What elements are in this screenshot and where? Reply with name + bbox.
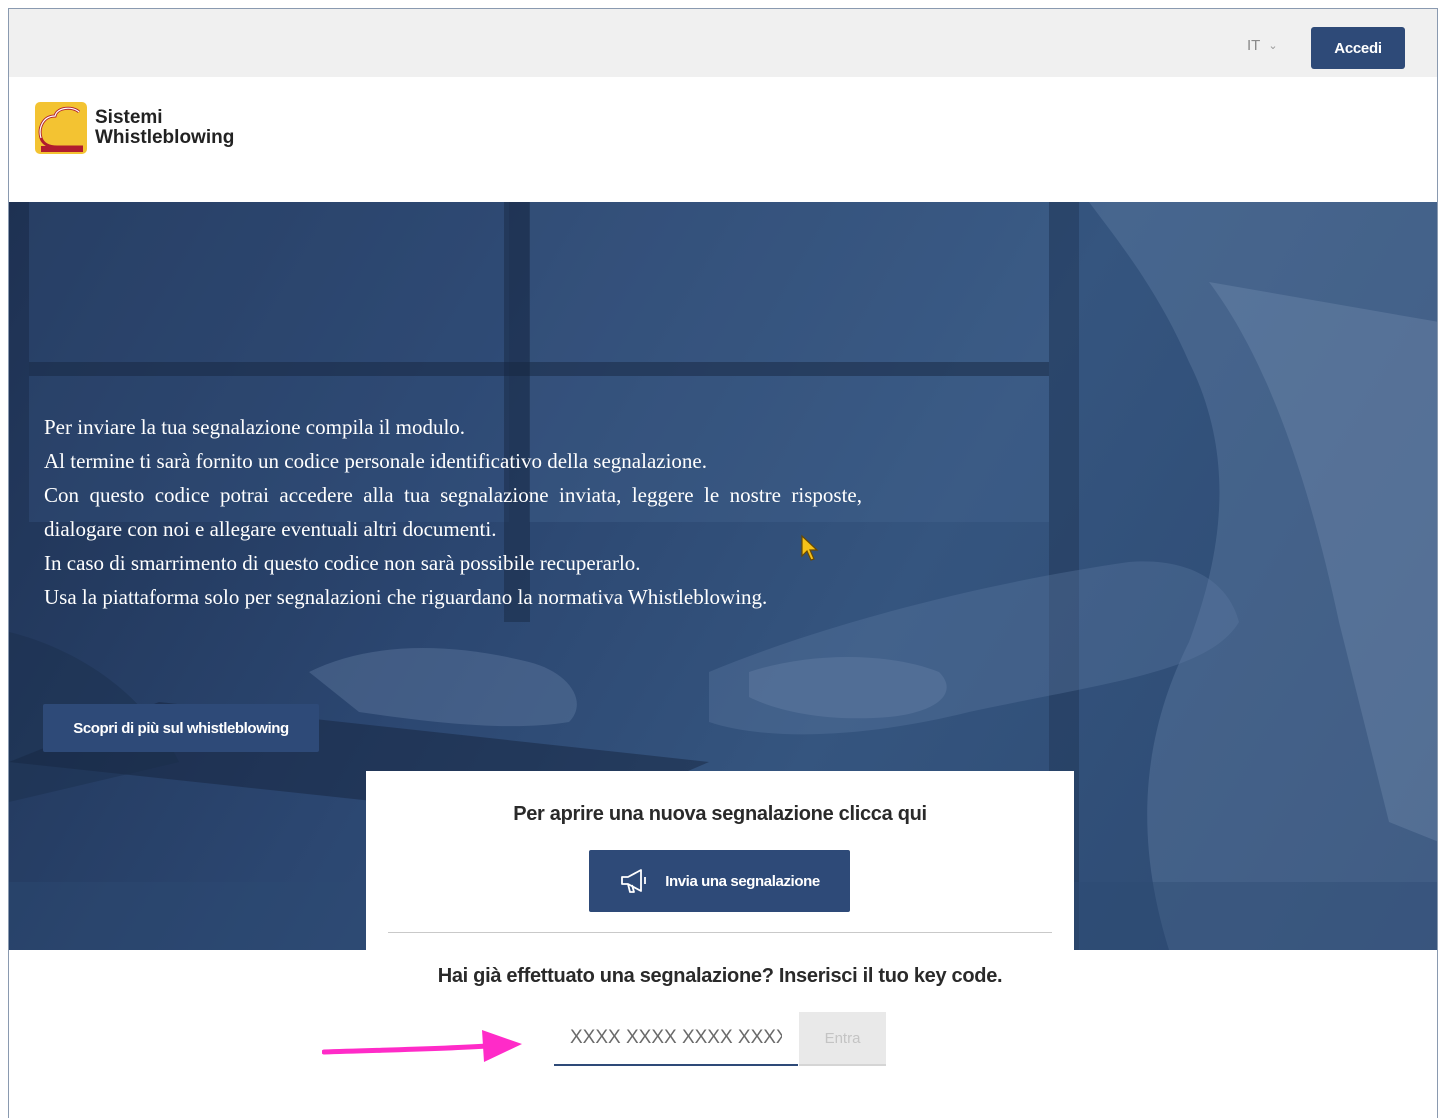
annotation-arrow-icon xyxy=(322,1030,522,1062)
enter-button[interactable]: Entra xyxy=(799,1012,886,1066)
brand-name: Sistemi Whistleblowing xyxy=(95,108,234,148)
browser-page: IT ⌄ Accedi Sistemi Whistleblowing Per i… xyxy=(8,8,1438,1118)
megaphone-icon xyxy=(621,869,647,893)
language-selector[interactable]: IT ⌄ xyxy=(1247,37,1278,54)
brand-line-2: Whistleblowing xyxy=(95,127,235,148)
key-code-input[interactable] xyxy=(554,1012,798,1066)
brand-logo[interactable]: Sistemi Whistleblowing xyxy=(35,102,234,154)
hero-description: Per inviare la tua segnalazione compila … xyxy=(44,410,862,614)
send-report-button[interactable]: Invia una segnalazione xyxy=(589,850,850,912)
language-code: IT xyxy=(1247,37,1261,54)
hero-line: Con questo codice potrai accedere alla t… xyxy=(44,483,862,541)
top-bar: IT ⌄ Accedi xyxy=(9,9,1437,77)
logo-mark-icon xyxy=(35,102,87,154)
learn-more-button[interactable]: Scopri di più sul whistleblowing xyxy=(43,704,319,752)
brand-line-1: Sistemi xyxy=(95,107,163,128)
send-report-label: Invia una segnalazione xyxy=(665,872,820,890)
chevron-down-icon: ⌄ xyxy=(1268,40,1278,52)
hero-line: Al termine ti sarà fornito un codice per… xyxy=(44,449,707,473)
hero-line: In caso di smarrimento di questo codice … xyxy=(44,551,641,575)
login-button[interactable]: Accedi xyxy=(1311,27,1405,69)
hero-line: Usa la piattaforma solo per segnalazioni… xyxy=(44,585,768,609)
mouse-cursor-icon xyxy=(801,534,819,561)
new-report-title: Per aprire una nuova segnalazione clicca… xyxy=(513,803,927,825)
card-divider xyxy=(388,932,1052,933)
hero-line: Per inviare la tua segnalazione compila … xyxy=(44,415,466,439)
existing-report-title: Hai già effettuato una segnalazione? Ins… xyxy=(437,965,1003,987)
